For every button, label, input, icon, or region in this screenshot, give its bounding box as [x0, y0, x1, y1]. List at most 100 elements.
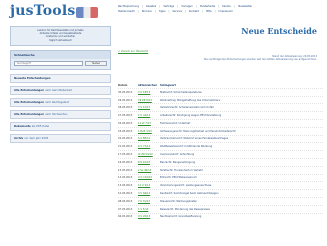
row-date: 29.05.2013	[118, 98, 133, 102]
table-body: 30.05.2013 4 U 18/13 Mietrecht: Schönheits…	[118, 87, 323, 221]
search-input[interactable]	[14, 60, 83, 66]
nav-separator: |	[137, 10, 139, 13]
site-logo[interactable]: jusTools	[10, 3, 100, 23]
nav-item[interactable]: Rechtsprechung	[118, 5, 139, 8]
nav-item[interactable]: Impressum	[218, 10, 232, 13]
row-case-link[interactable]: 9 U 20/13	[138, 215, 160, 218]
info-box: Lexikon für Rechtsanwälte und Juristen A…	[10, 26, 111, 46]
row-date: 10.05.2013	[118, 192, 133, 196]
row-date: 21.05.2013	[118, 145, 133, 149]
sidebar-link-sub: nach Gerichtsbarkeit	[44, 88, 72, 92]
row-keyword: Verfassungsrecht: Meinungsfreiheit und P…	[160, 129, 236, 133]
row-case-link[interactable]: VII ZR 8/13	[138, 99, 160, 102]
table-row: 15.05.2013 2 Ss 40/13 Strafrecht: Trunkenh…	[118, 165, 323, 174]
nav-item[interactable]: Termine	[142, 10, 152, 13]
row-case-link[interactable]: 1 S 5/13	[138, 208, 160, 211]
row-date: 27.05.2013	[118, 114, 133, 118]
row-keyword: Verkehrsrecht: Schadensersatz nach Unfal…	[160, 106, 214, 110]
nav-separator: |	[168, 10, 170, 13]
nav-separator: |	[195, 5, 197, 8]
row-date: 17.05.2013	[118, 153, 133, 157]
row-date: 28.05.2013	[118, 106, 133, 110]
nav-separator: |	[218, 5, 220, 8]
nav-separator: |	[234, 5, 236, 8]
nav-item[interactable]: Gesetze	[146, 5, 157, 8]
row-case-link[interactable]: 4 O 102/12	[138, 176, 160, 179]
row-case-link[interactable]: 3 U 66/12	[138, 192, 160, 195]
sidebar-link-title: Alle Entscheidungen	[14, 112, 44, 116]
table-row: 28.05.2013 3 S 12/13 Verkehrsrecht: Schade…	[118, 103, 323, 111]
row-date: 16.05.2013	[118, 160, 133, 164]
sidebar-link-title: Alle Entscheidungen	[14, 88, 44, 92]
table-row: 16.05.2013 8 K 19/13 Baurecht: Baugenehmig…	[118, 157, 323, 166]
row-date: 22.05.2013	[118, 137, 133, 141]
row-case-link[interactable]: IX ZR 54/12	[138, 153, 160, 156]
row-case-link[interactable]: 2 U 44/12	[138, 114, 160, 117]
table-row: 17.05.2013 IX ZR 54/12 Insolvenzrecht: Anf…	[118, 150, 323, 158]
nav-item[interactable]: Verträge	[163, 5, 174, 8]
row-date: 23.05.2013	[118, 129, 133, 133]
row-keyword: Erbrecht: Pflichtteilsanspruch	[160, 176, 197, 180]
table-row: 30.05.2013 4 U 18/13 Mietrecht: Schönheits…	[118, 87, 323, 96]
sidebar-link-documents[interactable]: Dokumente als PDF-Datei	[10, 121, 111, 131]
nav-item[interactable]: Service	[172, 10, 182, 13]
table-row: 13.05.2013 12 U 9/13 Versicherungsrecht: L…	[118, 181, 323, 189]
sidebar-link-by-court[interactable]: Alle Entscheidungen nach Gerichtsbarkeit	[10, 85, 111, 95]
sidebar-link-title: Neueste Entscheidungen	[14, 76, 51, 80]
table-row: 29.05.2013 VII ZR 8/13 Werkvertrag: Mängel…	[118, 95, 323, 104]
nav-separator: |	[201, 10, 203, 13]
sidebar-link-by-area[interactable]: Alle Entscheidungen nach Rechtsgebiet	[10, 97, 111, 107]
row-keyword: Verbraucherrecht: Widerruf eines Fernabs…	[160, 137, 229, 141]
nav-item[interactable]: Vorlagen	[181, 5, 192, 8]
row-date: 07.05.2013	[118, 207, 133, 211]
table-row: 21.05.2013 6 U 71/12 Wettbewerbsrecht: Irr…	[118, 142, 323, 150]
nav-item[interactable]: Hilfe	[206, 10, 212, 13]
logo-flag-icon	[76, 7, 98, 18]
back-link[interactable]: < Zurück zur Übersicht	[118, 50, 323, 53]
sidebar-link-title: Alle Entscheidungen	[14, 100, 44, 104]
row-keyword: Arbeitsrecht: Kündigung wegen Pflichtver…	[160, 114, 222, 118]
note-line: Die nachfolgenden Entscheidungen wurden …	[203, 58, 317, 62]
row-case-link[interactable]: 5 C 88/12	[138, 137, 160, 140]
table-row: 07.05.2013 1 S 5/13 Reiserecht: Minderung …	[118, 204, 323, 213]
search-header: Schnellsuche	[11, 50, 110, 59]
row-case-link[interactable]: 4 U 18/13	[138, 91, 160, 94]
update-note: Stand der Aktualisierung: 29.05.2013 Die…	[118, 55, 323, 62]
table-row: 10.05.2013 3 U 66/12 Kaufrecht: Sachmangel…	[118, 189, 323, 197]
column-header-keyword: Schlagwort	[160, 83, 176, 87]
nav-separator: |	[141, 5, 143, 8]
nav-item[interactable]: Stellenmarkt	[118, 10, 135, 13]
sidebar-link-by-keyword[interactable]: Alle Entscheidungen nach Stichworten	[10, 109, 111, 119]
row-keyword: Strafrecht: Trunkenheit im Verkehr	[160, 168, 204, 172]
row-date: 14.05.2013	[118, 176, 133, 180]
sidebar-link-sub: als PDF-Datei	[31, 124, 50, 128]
row-case-link[interactable]: 1 BvR 3/13	[138, 130, 160, 133]
nav-item[interactable]: Newsletter	[238, 5, 252, 8]
top-navigation: Rechtsprechung | Gesetze | Verträge | Vorla…	[118, 4, 323, 14]
row-case-link[interactable]: 7 K 31/13	[138, 200, 160, 203]
nav-row-secondary: Stellenmarkt | Termine | Tipps | Service | K…	[118, 9, 323, 14]
row-keyword: Versicherungsrecht: Leistungsausschluss	[160, 184, 212, 188]
sidebar-link-archive[interactable]: Archiv vor dem Jahr 2005	[10, 133, 111, 143]
row-keyword: Familienrecht: Unterhalt	[160, 121, 191, 125]
sidebar: Lexikon für Rechtsanwälte und Juristen A…	[10, 26, 111, 146]
table-row: 23.05.2013 1 BvR 3/13 Verfassungsrecht: Me…	[118, 126, 323, 135]
row-case-link[interactable]: 11 W 7/13	[138, 122, 160, 125]
nav-item[interactable]: Mustertexte	[200, 5, 216, 8]
table-row: 06.05.2013 9 U 20/13 Nachbarrecht: Grenzbe…	[118, 212, 323, 221]
column-header-case: Aktenzeichen	[138, 83, 158, 87]
search-button[interactable]: Suchen	[85, 60, 107, 66]
table-row: 27.05.2013 2 U 44/12 Arbeitsrecht: Kündigu…	[118, 111, 323, 119]
nav-item[interactable]: Kontakt	[189, 10, 199, 13]
nav-separator: |	[214, 10, 216, 13]
nav-item[interactable]: Kanzlei	[222, 5, 231, 8]
row-case-link[interactable]: 8 K 19/13	[138, 161, 160, 164]
nav-item[interactable]: Tipps	[159, 10, 166, 13]
main-content: Neue Entscheide < Zurück zur Übersicht S…	[118, 26, 323, 220]
nav-separator: |	[185, 10, 186, 13]
row-case-link[interactable]: 6 U 71/12	[138, 145, 160, 148]
sidebar-link-newest[interactable]: Neueste Entscheidungen	[10, 73, 111, 83]
row-case-link[interactable]: 2 Ss 40/13	[138, 169, 160, 172]
row-case-link[interactable]: 12 U 9/13	[138, 184, 160, 187]
row-case-link[interactable]: 3 S 12/13	[138, 106, 160, 109]
